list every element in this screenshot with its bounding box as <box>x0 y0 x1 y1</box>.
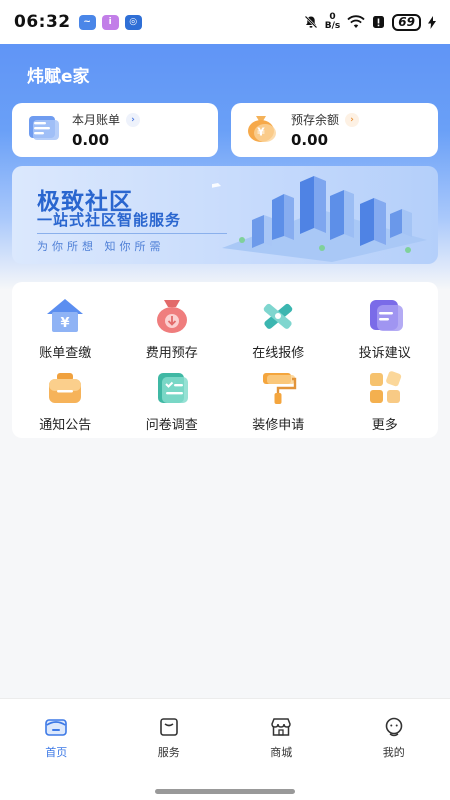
service-bill-payment[interactable]: ¥ 账单查缴 <box>12 296 119 368</box>
tab-shop[interactable]: 商城 <box>225 699 338 763</box>
svg-text:¥: ¥ <box>61 316 70 331</box>
service-fee-prepay[interactable]: 费用预存 <box>119 296 226 368</box>
service-online-repair[interactable]: 在线报修 <box>225 296 332 368</box>
tab-label: 服务 <box>157 746 180 759</box>
battery-icon: 69 <box>392 13 421 31</box>
promo-banner[interactable]: 极致社区 一站式社区智能服务 为你所想 知你所需 <box>12 166 438 264</box>
app-title: 炜赋e家 <box>27 67 90 87</box>
app-notification-icon-3: ◎ <box>124 14 142 30</box>
tab-label: 首页 <box>45 746 68 759</box>
profile-icon <box>382 717 406 741</box>
service-label: 在线报修 <box>252 346 305 361</box>
tab-service[interactable]: 服务 <box>113 699 226 763</box>
service-label: 账单查缴 <box>39 346 92 361</box>
city-illustration <box>202 170 432 264</box>
service-label: 通知公告 <box>39 418 92 433</box>
app-notification-icon-2: i <box>101 14 119 30</box>
monthly-bill-label: 本月账单 <box>72 113 121 127</box>
mute-bell-icon <box>304 15 318 29</box>
more-grid-icon <box>365 368 405 408</box>
service-survey[interactable]: 问卷调查 <box>119 368 226 440</box>
money-bag-icon <box>152 296 192 336</box>
prepaid-balance-value: 0.00 <box>291 131 329 149</box>
service-complaint[interactable]: 投诉建议 <box>332 296 439 368</box>
house-yen-icon: ¥ <box>45 296 85 336</box>
tab-label: 商城 <box>270 746 293 759</box>
service-notice[interactable]: 通知公告 <box>12 368 119 440</box>
banner-slogan: 为你所想 知你所需 <box>37 240 165 253</box>
svg-text:¥: ¥ <box>257 126 265 139</box>
tab-home[interactable]: 首页 <box>0 699 113 763</box>
service-label: 费用预存 <box>145 346 198 361</box>
service-label: 投诉建议 <box>358 346 411 361</box>
chevron-right-icon: › <box>126 112 141 127</box>
status-bar: 06:32 ~ i ◎ 0 B/s 69 <box>0 0 450 44</box>
service-label: 问卷调查 <box>145 418 198 433</box>
money-bag-icon: ¥ <box>245 112 279 148</box>
wifi-icon <box>347 15 365 29</box>
bill-icon <box>26 113 60 147</box>
alert-icon <box>372 15 385 29</box>
monthly-bill-card[interactable]: 本月账单 › 0.00 <box>12 103 218 157</box>
service-renovation[interactable]: 装修申请 <box>225 368 332 440</box>
prepaid-balance-label: 预存余额 <box>291 113 340 127</box>
banner-subtitle: 一站式社区智能服务 <box>37 211 182 229</box>
bottom-tab-bar: 首页 服务 商城 我的 <box>0 698 450 800</box>
network-speed: 0 B/s <box>324 12 341 31</box>
home-indicator[interactable] <box>155 789 295 794</box>
feedback-icon <box>365 296 405 336</box>
shop-icon <box>269 717 293 741</box>
paint-roller-icon <box>258 368 298 408</box>
service-label: 装修申请 <box>252 418 305 433</box>
chevron-right-icon: › <box>345 112 360 127</box>
prepaid-balance-card[interactable]: ¥ 预存余额 › 0.00 <box>231 103 438 157</box>
survey-icon <box>152 368 192 408</box>
notice-icon <box>45 368 85 408</box>
home-icon <box>44 717 68 741</box>
app-notification-icon-1: ~ <box>78 14 96 30</box>
tab-profile[interactable]: 我的 <box>338 699 450 763</box>
charging-icon <box>428 15 436 29</box>
status-time: 06:32 <box>14 12 71 32</box>
monthly-bill-value: 0.00 <box>72 131 110 149</box>
service-icon <box>157 717 181 741</box>
service-more[interactable]: 更多 <box>332 368 439 440</box>
services-card: ¥ 账单查缴 费用预存 在线报修 投诉建议 通知公告 问卷调查 装修申请 更多 <box>12 282 438 438</box>
status-app-icons: ~ i ◎ <box>78 14 142 30</box>
banner-divider <box>37 233 227 234</box>
tools-icon <box>258 296 298 336</box>
tab-label: 我的 <box>382 746 405 759</box>
service-label: 更多 <box>371 418 398 433</box>
